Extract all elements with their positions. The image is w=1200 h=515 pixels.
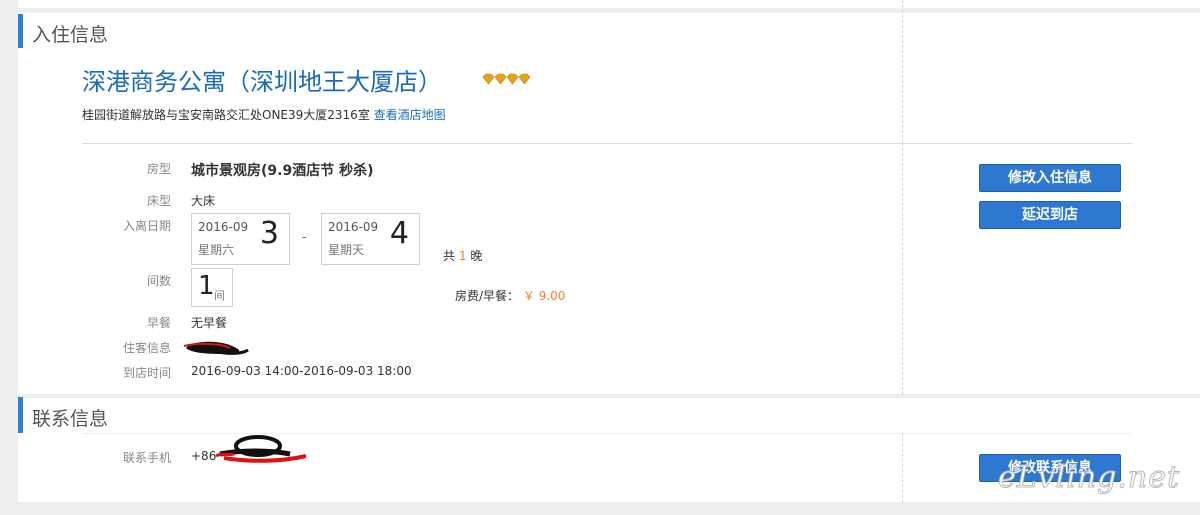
price-currency: ￥ — [522, 289, 535, 303]
checkin-year-month: 2016-09 — [198, 220, 249, 234]
breakfast-value: 无早餐 — [191, 316, 228, 330]
price-line: 房费/早餐： ￥ 9.00 — [455, 287, 565, 304]
checkin-weekday: 星期六 — [198, 243, 235, 257]
arrival-value: 2016-09-03 14:00-2016-09-03 18:00 — [191, 364, 412, 378]
hotel-name[interactable]: 深港商务公寓（深圳地王大厦店） — [82, 62, 442, 97]
guest-label: 住客信息 — [122, 341, 171, 355]
arrival-label: 到店时间 — [122, 366, 171, 380]
bed-type-value: 大床 — [191, 194, 216, 208]
room-type-label: 房型 — [146, 162, 171, 176]
modify-checkin-button[interactable]: 修改入住信息 — [979, 164, 1121, 192]
checkin-date-box: 2016-09 星期六 3 — [191, 213, 290, 265]
watermark: eLvling.net — [997, 460, 1181, 496]
bed-type-label: 床型 — [146, 194, 171, 208]
room-type-value: 城市景观房(9.9酒店节 秒杀) — [191, 163, 374, 179]
checkout-year-month: 2016-09 — [328, 220, 379, 234]
nights-prefix: 共 — [443, 249, 456, 263]
rooms-label: 间数 — [146, 274, 171, 288]
nights-number: 1 — [458, 249, 467, 263]
nights-count: 共 1 晚 — [443, 247, 482, 264]
price-amount: 9.00 — [538, 289, 566, 303]
nights-suffix: 晚 — [470, 249, 483, 263]
delay-arrival-button[interactable]: 延迟到店 — [979, 201, 1121, 229]
hotel-rating-diamonds — [482, 72, 534, 86]
date-separator: - — [302, 230, 307, 244]
section-title-contact: 联系信息 — [32, 408, 109, 430]
price-label: 房费/早餐： — [455, 289, 520, 303]
section-accent-bar — [18, 397, 23, 433]
column-divider — [902, 143, 903, 395]
checkout-day: 4 — [389, 216, 409, 251]
section-accent-bar — [18, 14, 23, 48]
checkin-day: 3 — [259, 216, 279, 251]
column-divider — [902, 0, 903, 143]
dates-label: 入离日期 — [122, 219, 171, 233]
rooms-box: 1 间 — [191, 268, 233, 307]
divider-line — [82, 143, 1132, 144]
hotel-map-link[interactable]: 查看酒店地图 — [374, 108, 446, 122]
redaction-scribble — [183, 341, 249, 355]
rooms-count: 1 — [198, 271, 215, 301]
phone-label: 联系手机 — [122, 451, 171, 465]
redaction-scribble — [215, 435, 307, 463]
checkout-weekday: 星期天 — [328, 243, 365, 257]
hotel-address: 桂园街道解放路与宝安南路交汇处ONE39大厦2316室 查看酒店地图 — [82, 106, 446, 123]
breakfast-label: 早餐 — [146, 316, 171, 330]
rooms-unit: 间 — [214, 289, 225, 302]
address-text: 桂园街道解放路与宝安南路交汇处ONE39大厦2316室 — [82, 108, 370, 122]
section-title-checkin: 入住信息 — [32, 24, 109, 46]
top-panel-edge — [18, 0, 1200, 8]
column-divider — [902, 433, 903, 503]
diamond-rating-icon — [482, 73, 531, 85]
checkout-date-box: 2016-09 星期天 4 — [321, 213, 420, 265]
